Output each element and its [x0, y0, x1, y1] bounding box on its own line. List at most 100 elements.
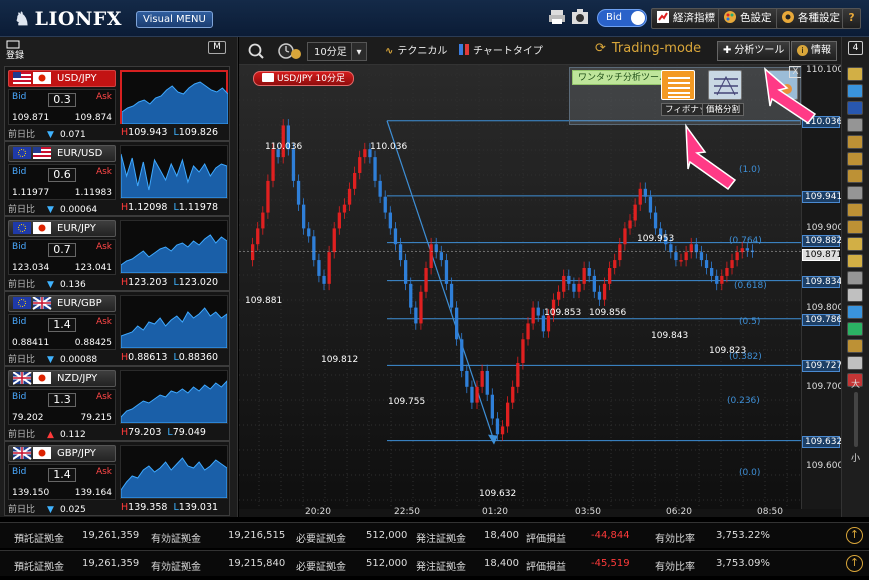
- bearish-candle: [704, 260, 709, 268]
- currency-pair-button[interactable]: USD/JPY: [8, 70, 116, 87]
- bid-price[interactable]: 139.150: [12, 488, 49, 498]
- zoom-slider[interactable]: [854, 392, 858, 447]
- mini-chart[interactable]: [120, 70, 229, 125]
- line-icon[interactable]: [847, 135, 863, 149]
- timeframe-dropdown-chevron-icon[interactable]: ▾: [351, 42, 367, 61]
- bullish-candle: [602, 283, 607, 300]
- note-icon[interactable]: [847, 339, 863, 353]
- pair-name: EUR/USD: [57, 148, 103, 159]
- trading-mode-button[interactable]: ⟳ Trading-mode: [595, 41, 701, 56]
- hand-icon[interactable]: [847, 186, 863, 200]
- visual-menu-button[interactable]: Visual MENU: [136, 11, 213, 28]
- close-x-icon[interactable]: [847, 101, 863, 115]
- rate-panel-item[interactable]: GBP/JPY Bid 1.4 Ask 139.150 139.164 前日比 ▼…: [4, 441, 230, 516]
- ask-price[interactable]: 0.88425: [75, 338, 112, 348]
- ask-price[interactable]: 109.874: [75, 113, 112, 123]
- bearish-candle: [409, 283, 413, 308]
- rate-panel-item[interactable]: EUR/GBP Bid 1.4 Ask 0.88411 0.88425 前日比 ▼…: [4, 291, 230, 366]
- mini-chart[interactable]: [120, 445, 228, 499]
- mini-chart[interactable]: [120, 295, 228, 349]
- mini-chart[interactable]: [120, 220, 228, 274]
- quote-box[interactable]: Bid 1.4 Ask 139.150 139.164: [8, 464, 116, 500]
- lion-icon: ♞: [14, 9, 31, 30]
- lock-icon[interactable]: [847, 67, 863, 81]
- bearish-candle: [674, 252, 678, 261]
- currency-pair-button[interactable]: EUR/USD: [8, 145, 116, 162]
- register-icon[interactable]: 登録: [6, 40, 24, 61]
- bid-price[interactable]: 0.88411: [12, 338, 49, 348]
- expand-up-icon[interactable]: ↑: [846, 555, 863, 572]
- vertical-line-icon[interactable]: [847, 169, 863, 183]
- bid-ask-toggle[interactable]: Bid: [597, 9, 647, 27]
- bid-price[interactable]: 1.11977: [12, 188, 49, 198]
- retracement-icon[interactable]: [847, 254, 863, 268]
- eraser-icon[interactable]: [847, 305, 863, 319]
- ask-price[interactable]: 139.164: [75, 488, 112, 498]
- rate-panel-item[interactable]: EUR/USD Bid 0.6 Ask 1.11977 1.11983 前日比 ▼…: [4, 141, 230, 216]
- economic-indicators-button[interactable]: 経済指標: [651, 8, 722, 29]
- text-icon[interactable]: [847, 271, 863, 285]
- price-split-button[interactable]: [708, 70, 742, 100]
- crosshair-icon[interactable]: [847, 84, 863, 98]
- timeframe-select[interactable]: 10分足: [307, 42, 354, 61]
- trash-icon[interactable]: [847, 288, 863, 302]
- quote-box[interactable]: Bid 0.3 Ask 109.871 109.874: [8, 89, 116, 125]
- channel-icon[interactable]: [847, 203, 863, 217]
- bearish-candle: [669, 244, 673, 253]
- currency-pair-button[interactable]: GBP/JPY: [8, 445, 116, 462]
- rate-panel-item[interactable]: USD/JPY Bid 0.3 Ask 109.871 109.874 前日比 ▼…: [4, 66, 230, 141]
- horizontal-line-icon[interactable]: [847, 152, 863, 166]
- currency-flag-icon: [13, 222, 53, 235]
- currency-pair-button[interactable]: NZD/JPY: [8, 370, 116, 387]
- fan-icon[interactable]: [847, 220, 863, 234]
- layout-m-button[interactable]: M: [208, 41, 226, 54]
- print-icon[interactable]: [548, 9, 566, 25]
- price-annotation: 109.953: [637, 234, 675, 244]
- candlestick-chart[interactable]: USD/JPY 10分足 110.036 110.036 109.881 109.81…: [239, 65, 801, 509]
- fibonacci-tool-icon[interactable]: [847, 237, 863, 251]
- color-settings-button[interactable]: 色設定: [718, 8, 779, 29]
- effective: 19,215,840: [228, 558, 286, 569]
- currency-pair-button[interactable]: EUR/GBP: [8, 295, 116, 312]
- help-button[interactable]: ?: [842, 8, 861, 29]
- technical-button[interactable]: ∿ テクニカル: [385, 42, 447, 61]
- info-button[interactable]: i 情報: [791, 41, 837, 61]
- fibonacci-button[interactable]: [661, 70, 695, 100]
- indicator-icon[interactable]: [847, 322, 863, 336]
- quote-box[interactable]: Bid 0.7 Ask 123.034 123.041: [8, 239, 116, 275]
- bearish-candle: [291, 149, 296, 181]
- currency-pair-button[interactable]: EUR/JPY: [8, 220, 116, 237]
- ask-price[interactable]: 79.215: [81, 413, 113, 423]
- chart-type-button[interactable]: チャートタイプ: [459, 42, 543, 61]
- quote-box[interactable]: Bid 1.4 Ask 0.88411 0.88425: [8, 314, 116, 350]
- analysis-tool-button[interactable]: ✚ 分析ツール: [717, 41, 791, 61]
- bid-price[interactable]: 123.034: [12, 263, 49, 273]
- ratio: 3,753.09%: [716, 558, 771, 569]
- bid-price[interactable]: 109.871: [12, 113, 49, 123]
- ask-price[interactable]: 1.11983: [75, 188, 112, 198]
- panel-count-badge[interactable]: 4: [848, 41, 863, 55]
- fibonacci-arrow-icon: [488, 434, 498, 445]
- quote-box[interactable]: Bid 1.3 Ask 79.202 79.215: [8, 389, 116, 425]
- rate-panel-item[interactable]: EUR/JPY Bid 0.7 Ask 123.034 123.041 前日比 ▼…: [4, 216, 230, 291]
- bearish-candle: [398, 244, 403, 261]
- effective: 19,216,515: [228, 530, 286, 541]
- change-value: 0.025: [59, 505, 86, 515]
- bid-price[interactable]: 79.202: [12, 413, 44, 423]
- bearish-candle: [383, 196, 387, 213]
- print-chart-icon[interactable]: [847, 356, 863, 370]
- mini-chart[interactable]: [120, 145, 228, 199]
- mini-chart[interactable]: [120, 370, 228, 424]
- cursor-icon[interactable]: [847, 118, 863, 132]
- zoom-search-icon[interactable]: [247, 42, 265, 63]
- camera-icon[interactable]: [571, 8, 589, 26]
- rate-panel-item[interactable]: NZD/JPY Bid 1.3 Ask 79.202 79.215 前日比 ▲ 0.…: [4, 366, 230, 441]
- expand-up-icon[interactable]: ↑: [846, 527, 863, 544]
- close-panel-icon[interactable]: X: [789, 66, 801, 78]
- settings-button[interactable]: 各種設定: [776, 8, 847, 29]
- bid-label: Bid: [12, 392, 27, 402]
- bullish-candle: [342, 204, 347, 213]
- clock-icon[interactable]: [277, 42, 303, 63]
- quote-box[interactable]: Bid 0.6 Ask 1.11977 1.11983: [8, 164, 116, 200]
- ask-price[interactable]: 123.041: [75, 263, 112, 273]
